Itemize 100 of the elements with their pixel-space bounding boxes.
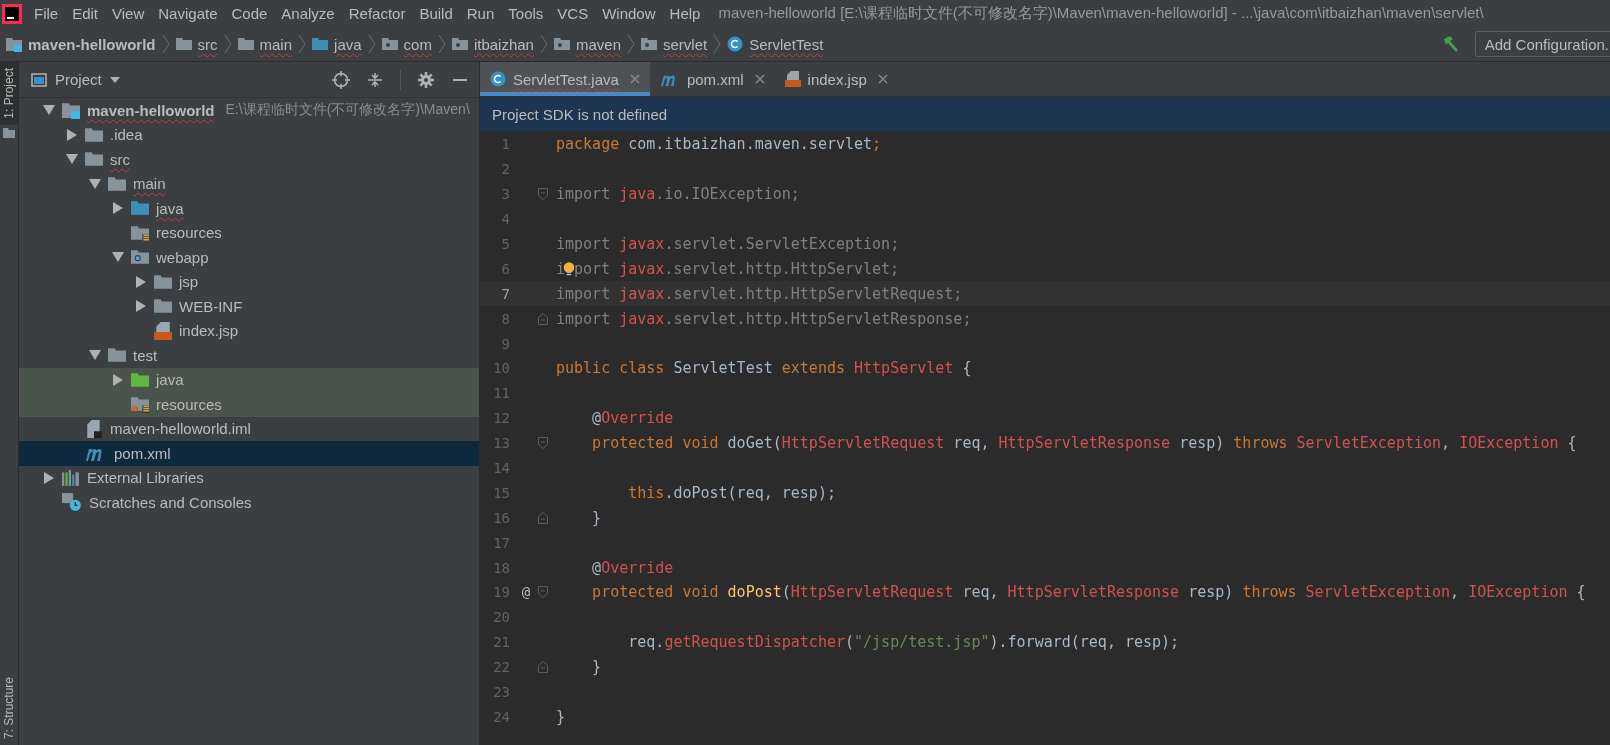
menu-item[interactable]: Build — [419, 5, 453, 22]
tree-item[interactable]: jsp — [19, 269, 479, 294]
project-tool-tab[interactable]: 1: Project — [0, 62, 18, 125]
tree-item[interactable]: Scratches and Consoles — [19, 490, 479, 515]
line-number: 10 — [492, 359, 511, 379]
line-number: 21 — [492, 633, 511, 653]
line-number: 9 — [500, 334, 511, 354]
fold-marker-icon[interactable] — [538, 312, 548, 325]
lightbulb-icon[interactable] — [563, 259, 576, 278]
menu-item[interactable]: Run — [466, 5, 495, 22]
expanded-arrow-icon[interactable] — [66, 154, 78, 165]
chevron-icon — [298, 34, 307, 54]
line-number: 14 — [492, 459, 511, 478]
chevron-icon — [713, 34, 722, 54]
override-marker[interactable]: @ — [521, 584, 531, 601]
collapse-all-icon[interactable] — [366, 70, 384, 89]
line-number: 8 — [500, 309, 511, 329]
menu-item[interactable]: Window — [602, 5, 656, 22]
line-number: 23 — [492, 683, 511, 703]
breadcrumb-item[interactable]: itbaizhan — [449, 35, 536, 53]
line-number: 1 — [500, 135, 511, 155]
menu-item[interactable]: View — [112, 5, 145, 22]
menu-item[interactable]: Tools — [508, 5, 544, 22]
menu-item[interactable]: File — [34, 5, 59, 22]
fold-marker-icon[interactable] — [538, 437, 548, 450]
expanded-arrow-icon[interactable] — [89, 178, 101, 189]
breadcrumb-item[interactable]: src — [173, 35, 220, 53]
collapsed-arrow-icon[interactable] — [136, 275, 146, 288]
panel-title[interactable]: Project — [55, 71, 102, 88]
add-configuration-button[interactable]: Add Configuration. — [1474, 31, 1610, 57]
tree-item[interactable]: index.jsp — [19, 318, 479, 343]
resources-folder-icon — [131, 223, 149, 242]
menu-item[interactable]: Analyze — [281, 5, 335, 22]
folder-icon — [131, 370, 149, 389]
tree-item[interactable]: maven-helloworld.iml — [19, 416, 479, 441]
tree-item[interactable]: main — [19, 171, 479, 196]
tree-item[interactable]: java — [19, 367, 479, 392]
code-line: import java.io.IOException; — [556, 185, 800, 204]
chevron-icon — [437, 34, 446, 54]
line-number: 2 — [500, 160, 511, 180]
breadcrumb-item[interactable]: com — [379, 35, 434, 53]
fold-marker-icon[interactable] — [538, 586, 548, 599]
tree-item[interactable]: maven-helloworld E:\课程临时文件(不可修改名字)\Maven\ — [19, 98, 479, 123]
editor-tab[interactable]: index.jsp — [774, 62, 898, 96]
tree-item[interactable]: WEB-INF — [19, 294, 479, 319]
fold-marker-icon[interactable] — [538, 511, 548, 524]
line-number: 15 — [492, 483, 511, 503]
collapsed-arrow-icon[interactable] — [67, 128, 77, 141]
fold-marker-icon[interactable] — [538, 661, 548, 674]
jsp-file-icon — [154, 321, 172, 340]
collapsed-arrow-icon[interactable] — [136, 300, 146, 313]
module-folder-icon — [62, 101, 80, 120]
tree-item[interactable]: java — [19, 196, 479, 221]
structure-tool-tab[interactable]: 7: Structure — [2, 670, 16, 745]
menu-item[interactable]: VCS — [557, 5, 589, 22]
line-number: 7 — [500, 284, 511, 304]
breadcrumb-item[interactable]: maven — [551, 35, 623, 53]
tree-item[interactable]: .idea — [19, 122, 479, 147]
expanded-arrow-icon[interactable] — [89, 350, 101, 361]
tree-item[interactable]: webapp — [19, 245, 479, 270]
tree-item[interactable]: test — [19, 343, 479, 368]
package-folder-icon — [451, 36, 468, 52]
menu-item[interactable]: Help — [669, 5, 701, 22]
code-line: } — [591, 508, 602, 527]
folder-icon — [154, 272, 172, 291]
collapsed-arrow-icon[interactable] — [113, 202, 123, 215]
folder-icon[interactable] — [3, 126, 15, 139]
breadcrumb-item[interactable]: main — [235, 35, 295, 53]
class-icon — [490, 71, 506, 87]
collapsed-arrow-icon[interactable] — [44, 471, 54, 484]
tree-item[interactable]: External Libraries — [19, 465, 479, 490]
folder-icon — [154, 297, 172, 316]
menu-item[interactable]: Edit — [72, 5, 99, 22]
menu-item[interactable]: Navigate — [158, 5, 218, 22]
breadcrumb-item[interactable]: servlet — [639, 35, 710, 53]
collapsed-arrow-icon[interactable] — [113, 373, 123, 386]
locate-icon[interactable] — [332, 70, 350, 89]
editor-tab[interactable]: pom.xml — [649, 62, 775, 96]
tree-item[interactable]: resources — [19, 220, 479, 245]
fold-marker-icon[interactable] — [538, 188, 548, 201]
menu-item[interactable]: Refactor — [348, 5, 406, 22]
menu-item[interactable]: Code — [231, 5, 268, 22]
close-icon[interactable] — [754, 74, 765, 84]
line-number: 13 — [492, 434, 511, 454]
breadcrumb-item[interactable]: ServletTest — [725, 35, 826, 53]
web-folder-icon — [131, 248, 149, 267]
line-number: 20 — [492, 608, 511, 628]
tree-item[interactable]: pom.xml — [19, 441, 479, 466]
class-icon — [727, 36, 744, 52]
tree-item[interactable]: resources — [19, 392, 479, 417]
folder-icon — [312, 36, 329, 52]
breadcrumb-item[interactable]: maven-helloworld — [4, 35, 158, 53]
expanded-arrow-icon[interactable] — [43, 105, 55, 116]
editor-tab[interactable]: ServletTest.java — [480, 62, 650, 96]
settings-icon[interactable] — [417, 70, 435, 89]
expanded-arrow-icon[interactable] — [112, 252, 124, 263]
close-icon[interactable] — [877, 74, 888, 84]
tree-item[interactable]: src — [19, 147, 479, 172]
breadcrumb-item[interactable]: java — [310, 35, 364, 53]
dropdown-caret-icon[interactable] — [109, 76, 120, 83]
